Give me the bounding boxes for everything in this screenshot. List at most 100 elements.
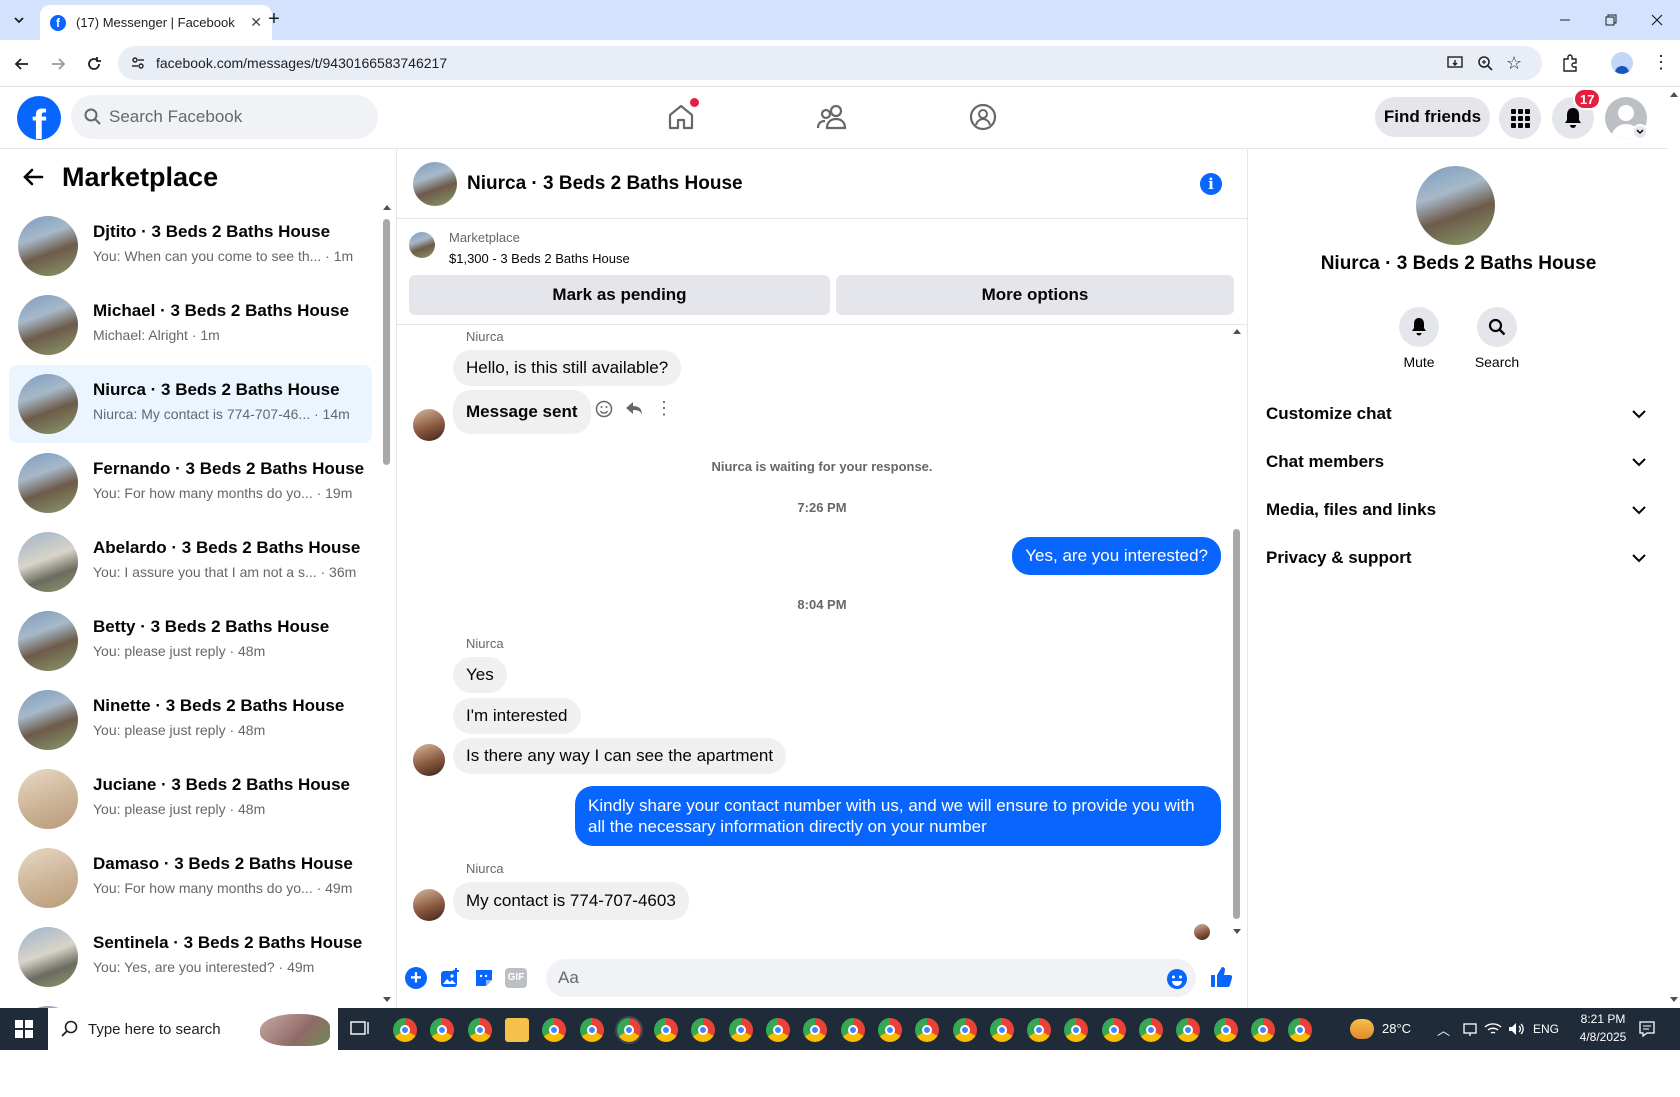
more-options-button[interactable]: More options: [836, 275, 1234, 315]
conversation-item[interactable]: Niurca · 3 Beds 2 Baths House Niurca: My …: [9, 365, 372, 443]
reload-icon[interactable]: [84, 54, 104, 74]
volume-icon[interactable]: [1507, 1021, 1525, 1037]
new-tab-button[interactable]: +: [262, 8, 286, 32]
like-thumbs-up-icon[interactable]: [1209, 965, 1233, 989]
menu-grid-button[interactable]: [1499, 97, 1541, 139]
forward-arrow-icon[interactable]: [48, 54, 68, 74]
search-in-chat-button[interactable]: Search: [1470, 307, 1524, 370]
close-tab-icon[interactable]: ✕: [250, 14, 262, 31]
find-friends-button[interactable]: Find friends: [1375, 97, 1490, 137]
taskbar-app-icon[interactable]: [1139, 1018, 1163, 1042]
taskbar-app-icon[interactable]: [915, 1018, 940, 1042]
language-indicator[interactable]: ENG: [1533, 1022, 1559, 1036]
reply-icon[interactable]: [625, 401, 643, 417]
taskbar-app-icon[interactable]: [504, 1018, 529, 1042]
conversation-item[interactable]: Fernando · 3 Beds 2 Baths House You: For …: [9, 444, 372, 522]
taskbar-app-icon[interactable]: [952, 1018, 977, 1042]
scrollbar-up-arrow[interactable]: [1233, 329, 1241, 334]
message-more-icon[interactable]: ⋮: [655, 399, 673, 417]
network-icon[interactable]: [1462, 1021, 1478, 1037]
chat-title[interactable]: Niurca · 3 Beds 2 Baths House: [467, 173, 743, 195]
taskbar-app-icon[interactable]: [542, 1018, 567, 1042]
conversation-item[interactable]: Abelardo · 3 Beds 2 Baths House You: I as…: [9, 523, 372, 601]
scrollbar-down-arrow[interactable]: [1670, 997, 1678, 1002]
action-center-icon[interactable]: [1638, 1020, 1656, 1038]
taskbar-app-icon[interactable]: [766, 1018, 790, 1042]
scrollbar-up-arrow[interactable]: [1670, 92, 1678, 97]
chat-members-section[interactable]: Chat members: [1266, 442, 1646, 482]
page-scrollbar[interactable]: [1668, 87, 1680, 1008]
account-chevron-icon[interactable]: [1632, 124, 1648, 140]
customize-chat-section[interactable]: Customize chat: [1266, 394, 1646, 434]
browser-menu-icon[interactable]: ⋮: [1652, 52, 1670, 72]
tab-search-button[interactable]: [8, 9, 30, 31]
weather-icon[interactable]: [1350, 1019, 1374, 1039]
facebook-search-input[interactable]: Search Facebook: [71, 95, 378, 139]
scrollbar-thumb[interactable]: [383, 219, 390, 465]
conversation-item[interactable]: Ninette · 3 Beds 2 Baths House You: pleas…: [9, 681, 372, 759]
extensions-icon[interactable]: [1560, 53, 1580, 73]
restore-window-button[interactable]: [1601, 10, 1621, 30]
scrollbar-down-arrow[interactable]: [1233, 929, 1241, 934]
mark-as-pending-button[interactable]: Mark as pending: [409, 275, 830, 315]
weather-text[interactable]: 28°C: [1382, 1021, 1411, 1036]
react-emoji-icon[interactable]: [595, 400, 613, 418]
message-sent-bubble[interactable]: Message sent: [453, 390, 591, 434]
conversation-item[interactable]: Betty · 3 Beds 2 Baths House You: please …: [9, 602, 372, 680]
profile-icon[interactable]: [1611, 52, 1633, 74]
taskbar-app-icon[interactable]: [1101, 1018, 1126, 1042]
chat-avatar[interactable]: [413, 162, 457, 206]
back-arrow-icon[interactable]: [12, 54, 32, 74]
browser-tab-messenger[interactable]: f (17) Messenger | Facebook ✕: [40, 5, 272, 40]
wifi-icon[interactable]: [1484, 1021, 1502, 1037]
conversation-item[interactable]: Sentinela · 3 Beds 2 Baths House You: Yes…: [9, 918, 372, 996]
chat-scrollbar[interactable]: [1232, 329, 1241, 935]
gif-icon[interactable]: GIF: [505, 968, 527, 988]
message-bubble[interactable]: My contact is 774-707-4603: [453, 882, 689, 920]
bookmark-star-icon[interactable]: ☆: [1506, 54, 1522, 72]
address-bar[interactable]: facebook.com/messages/t/9430166583746217…: [118, 46, 1542, 80]
listing-price[interactable]: $1,300 - 3 Beds 2 Baths House: [449, 251, 630, 266]
site-info-icon[interactable]: [130, 55, 146, 71]
taskbar-app-icon[interactable]: [430, 1018, 455, 1042]
add-plus-icon[interactable]: +: [405, 967, 427, 989]
details-avatar[interactable]: [1416, 166, 1495, 245]
taskbar-app-icon[interactable]: [467, 1018, 492, 1042]
back-arrow-icon[interactable]: [22, 167, 44, 187]
privacy-support-section[interactable]: Privacy & support: [1266, 538, 1646, 578]
sticker-icon[interactable]: [473, 967, 495, 989]
conversation-item[interactable]: Michael · 3 Beds 2 Baths House Michael: A…: [9, 286, 372, 364]
taskbar-app-icon[interactable]: [579, 1018, 604, 1042]
notifications-button[interactable]: 17: [1552, 88, 1602, 139]
scrollbar-track[interactable]: [382, 205, 391, 1003]
emoji-icon[interactable]: [1166, 968, 1188, 990]
taskbar-app-icon[interactable]: [989, 1018, 1014, 1042]
scrollbar-thumb[interactable]: [1233, 529, 1240, 919]
message-bubble-outgoing[interactable]: Yes, are you interested?: [1012, 537, 1221, 575]
taskbar-search-box[interactable]: Type here to search: [48, 1008, 338, 1050]
taskbar-app-icon[interactable]: [1027, 1018, 1052, 1042]
message-bubble[interactable]: Hello, is this still available?: [453, 350, 682, 386]
taskbar-app-icon[interactable]: [1250, 1018, 1275, 1042]
sender-avatar[interactable]: [413, 889, 445, 921]
taskbar-app-icon[interactable]: [840, 1018, 865, 1042]
show-hidden-icons-icon[interactable]: ︿: [1437, 1020, 1450, 1039]
facebook-logo[interactable]: f: [17, 96, 61, 140]
clock-date[interactable]: 4/8/2025: [1568, 1030, 1638, 1044]
install-app-icon[interactable]: [1446, 54, 1464, 72]
zoom-icon[interactable]: [1476, 54, 1494, 72]
message-bubble[interactable]: Is there any way I can see the apartment: [453, 738, 787, 774]
mute-button[interactable]: Mute: [1394, 307, 1444, 370]
nav-groups-icon[interactable]: [968, 102, 998, 132]
taskbar-app-icon[interactable]: [691, 1018, 716, 1042]
message-bubble[interactable]: I'm interested: [453, 698, 581, 734]
photo-icon[interactable]: [439, 967, 461, 989]
taskbar-app-icon[interactable]: [728, 1018, 753, 1042]
scrollbar-down-arrow[interactable]: [383, 997, 391, 1002]
taskbar-app-icon[interactable]: [393, 1018, 417, 1042]
minimize-window-button[interactable]: [1555, 10, 1575, 30]
info-icon[interactable]: i: [1200, 173, 1222, 195]
taskbar-app-icon[interactable]: [877, 1018, 902, 1042]
message-bubble[interactable]: Yes: [453, 657, 507, 693]
taskbar-app-icon[interactable]: [1213, 1018, 1238, 1042]
